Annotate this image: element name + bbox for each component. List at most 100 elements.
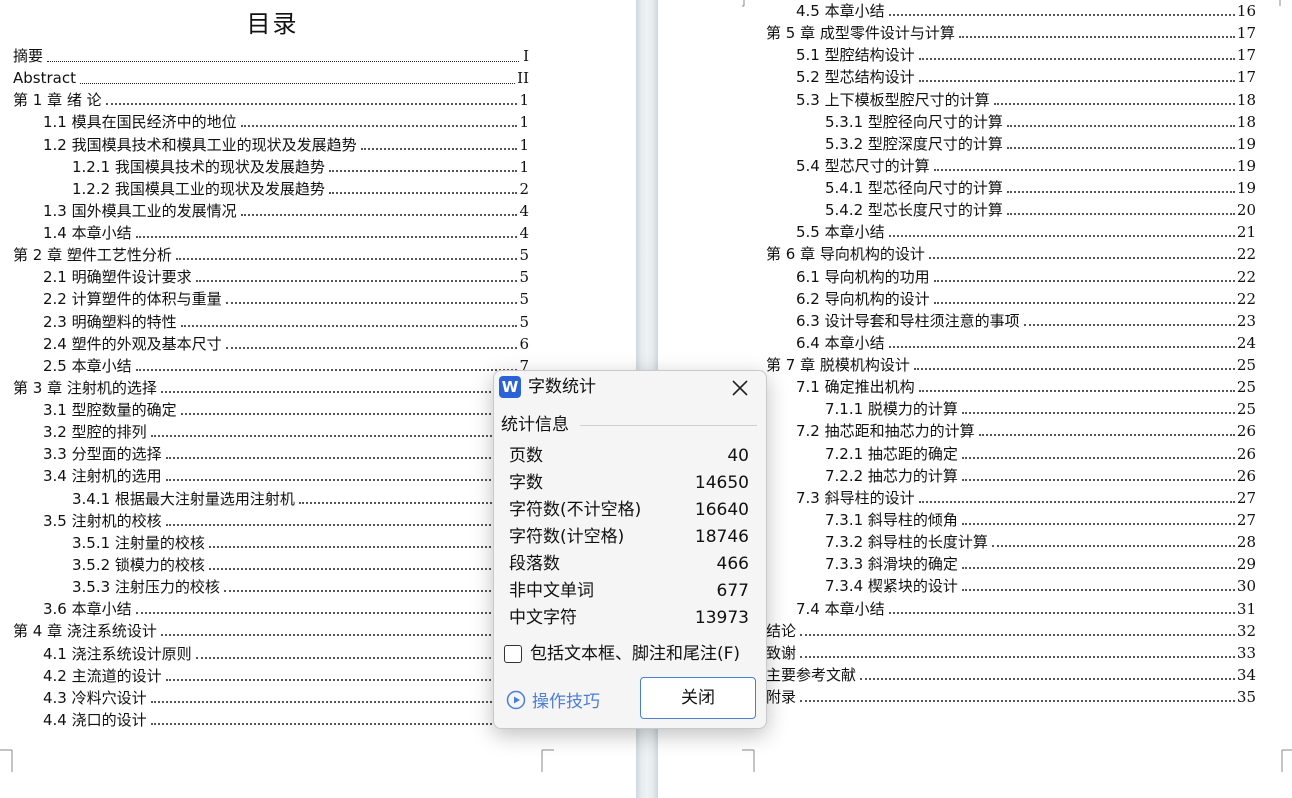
toc-leader-dots [913,368,1235,371]
toc-entry-title: 第 6 章 导向机构的设计 [766,245,925,264]
toc-entry: 7.1.1 脱模力的计算 25 [825,398,1256,420]
toc-leader-dots [958,36,1235,39]
toc-entry: 7.3.3 斜滑块的确定 29 [825,553,1256,575]
toc-entry-page: 19 [1236,179,1256,198]
toc-leader-dots [918,80,1235,83]
crop-mark [742,0,745,7]
toc-entry-title: 第 1 章 绪 论 [13,91,102,110]
toc-entry: 5.5 本章小结 21 [796,221,1256,243]
toc-entry: 1.2 我国模具技术和模具工业的现状及发展趋势 1 [43,134,529,156]
toc-entry: 7.3.4 楔紧块的设计 30 [825,575,1256,597]
stat-row: 页数 40 [509,443,749,469]
toc-entry: 3.1 型腔数量的确定 [43,399,529,421]
stat-row: 非中文单词 677 [509,578,749,604]
crop-mark [742,749,755,772]
toc-entry-page: 27 [1236,488,1256,507]
toc-entry: 7.3.1 斜导柱的倾角 27 [825,509,1256,531]
toc-leader-dots [928,257,1235,260]
tips-link[interactable]: 操作技巧 [506,687,600,712]
toc-entry: Abstract II [13,67,529,89]
toc-entry-page: 1 [519,135,529,154]
toc-entry-page: 26 [1236,422,1256,441]
include-textbox-label[interactable]: 包括文本框、脚注和尾注(F) [530,643,740,665]
toc-entry-page: 1 [519,91,529,110]
toc-entry-page: 31 [1236,599,1256,618]
stat-label: 非中文单词 [509,581,594,601]
toc-leader-dots [328,191,518,194]
close-icon[interactable] [727,375,753,401]
toc-entry-page: 22 [1236,267,1256,286]
toc-entry: 1.2.1 我国模具技术的现状及发展趋势 1 [72,156,529,178]
play-circle-icon [506,690,526,709]
toc-entry-title: 7.2.1 抽芯距的确定 [825,444,958,463]
toc-leader-dots [918,58,1235,61]
stat-value: 14650 [694,473,749,493]
stat-label: 段落数 [509,554,560,574]
toc-entry: 5.4.2 型芯长度尺寸的计算 20 [825,199,1256,221]
toc-entry: 第 6 章 导向机构的设计 22 [766,243,1256,265]
stat-row: 字数 14650 [509,470,749,496]
toc-leader-dots [150,700,519,703]
toc-entry-title: 第 3 章 注射机的选择 [13,378,157,397]
toc-entry-title: 6.1 导向机构的功用 [796,267,930,286]
toc-entry-title: 5.5 本章小结 [796,223,885,242]
toc-entry-page: 25 [1236,356,1256,375]
toc-entry: 第 2 章 塑件工艺性分析 5 [13,244,529,266]
toc-entry: 第 5 章 成型零件设计与计算 17 [766,22,1256,44]
toc-leader-dots [918,390,1235,393]
toc-entry: 3.4.1 根据最大注射量选用注射机 [72,488,529,510]
section-divider [580,425,757,426]
toc-leader-dots [918,500,1235,503]
toc-leader-dots [961,589,1235,592]
toc-entry-title: 7.3 斜导柱的设计 [796,488,915,507]
close-button[interactable]: 关闭 [640,677,756,719]
toc-entry-title: 附录 [766,688,797,707]
stat-row: 字符数(计空格) 18746 [509,524,749,550]
toc-entry-page: 5 [519,246,529,265]
toc-leader-dots [800,633,1235,636]
toc-entry: 5.1 型腔结构设计 17 [796,44,1256,66]
stat-row: 中文字符 13973 [509,605,749,631]
toc-entry: 摘要 I [13,45,529,67]
toc-entry: 7.2.2 抽芯力的计算 26 [825,465,1256,487]
include-textbox-checkbox[interactable] [504,645,522,663]
toc-entry-title: 3.5.2 锁模力的校核 [72,555,205,574]
toc-entry-page: II [517,69,529,88]
toc-leader-dots [860,677,1235,680]
toc-entry-page: I [523,47,529,65]
toc-entry-title: 7.1.1 脱模力的计算 [825,400,958,419]
toc-entry-title: 5.3 上下模板型腔尺寸的计算 [796,90,990,109]
toc-entry-title: 5.4 型芯尺寸的计算 [796,156,930,175]
toc-entry: 5.3 上下模板型腔尺寸的计算 18 [796,89,1256,111]
section-heading: 统计信息 [501,415,569,435]
toc-entry: 4.2 主流道的设计 [43,665,529,687]
toc-leader-dots [360,147,518,150]
toc-entry-title: 2.4 塑件的外观及基本尺寸 [43,334,222,353]
toc-entry-title: 7.3.1 斜导柱的倾角 [825,510,958,529]
toc-entry-page: 22 [1236,289,1256,308]
toc-entry-title: 1.3 国外模具工业的发展情况 [43,201,237,220]
toc-entry: 3.2 型腔的排列 [43,421,529,443]
toc-leader-dots [223,590,519,593]
toc-entry-title: 3.1 型腔数量的确定 [43,401,177,420]
toc-entry-title: 致谢 [766,643,797,662]
toc-leader-dots [961,478,1235,481]
toc-entry: 7.3 斜导柱的设计 27 [796,487,1256,509]
toc-leader-dots [160,390,519,393]
toc-entry-title: 第 7 章 脱模机构设计 [766,356,910,375]
toc-entry-title: 6.4 本章小结 [796,333,885,352]
crop-mark [1279,0,1281,6]
toc-entry-title: 第 4 章 浇注系统设计 [13,622,157,641]
toc-entry-page: 32 [1236,621,1256,640]
toc-leader-dots [135,368,518,371]
toc-entry-title: 1.2 我国模具技术和模具工业的现状及发展趋势 [43,135,357,154]
toc-entry-page: 21 [1236,223,1256,242]
toc-entry: 4.4 浇口的设计 [43,709,529,731]
toc-entry-title: 1.2.1 我国模具技术的现状及发展趋势 [72,157,325,176]
toc-leader-dots [105,103,518,106]
toc-entry-title: 7.2 抽芯距和抽芯力的计算 [796,422,975,441]
toc-entry-title: 6.3 设计导套和导柱须注意的事项 [796,311,1020,330]
toc-entry: 5.3.1 型腔径向尺寸的计算 18 [825,111,1256,133]
toc-entry: 5.4.1 型芯径向尺寸的计算 19 [825,177,1256,199]
toc-entry-page: 1 [519,157,529,176]
